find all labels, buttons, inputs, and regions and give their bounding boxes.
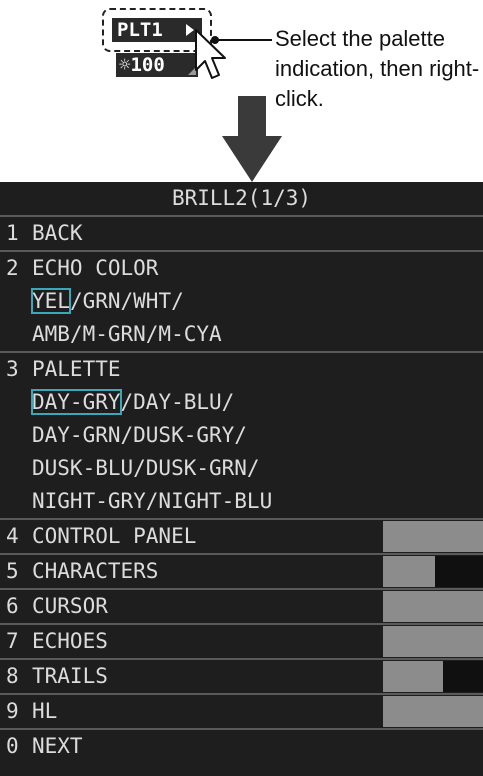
menu-item-number: 4: [6, 524, 19, 548]
menu-item-characters[interactable]: 5 CHARACTERS: [0, 555, 483, 588]
instruction-text: Select the palette indication, then righ…: [275, 26, 480, 111]
menu-item-label: BACK: [32, 221, 83, 245]
echo-color-options-line[interactable]: AMB/M-GRN/M-CYA: [32, 318, 222, 351]
menu-item-number: 1: [6, 221, 19, 245]
menu-item-label: CURSOR: [32, 594, 108, 618]
menu-item-control-panel[interactable]: 4 CONTROL PANEL: [0, 520, 483, 553]
menu-item-palette[interactable]: 3 PALETTE: [0, 353, 483, 386]
menu-item-label: HL: [32, 699, 58, 723]
brilliance-menu: BRILL2(1/3) 1 BACK 2 ECHO COLOR YEL/GRN/…: [0, 182, 483, 776]
menu-item-label: ECHO COLOR: [32, 256, 159, 280]
menu-item-label: PALETTE: [32, 357, 121, 381]
menu-item-number: 5: [6, 559, 19, 583]
menu-item-hl[interactable]: 9 HL: [0, 695, 483, 728]
menu-item-number: 2: [6, 256, 19, 280]
brilliance-level-bar[interactable]: [383, 661, 483, 692]
brilliance-level-remainder: [443, 661, 483, 692]
echo-color-selected-option[interactable]: YEL: [31, 288, 71, 314]
brilliance-level-bar[interactable]: [383, 626, 483, 657]
brilliance-level-bar[interactable]: [383, 591, 483, 622]
menu-item-cursor[interactable]: 6 CURSOR: [0, 590, 483, 623]
brilliance-level-bar[interactable]: [383, 556, 483, 587]
brilliance-level-remainder: [435, 556, 483, 587]
palette-selected-option[interactable]: DAY-GRY: [31, 389, 122, 415]
menu-title: BRILL2(1/3): [0, 182, 483, 215]
down-arrow-icon: [222, 96, 282, 182]
menu-item-label: CONTROL PANEL: [32, 524, 197, 548]
menu-item-label: NEXT: [32, 734, 83, 758]
menu-item-echoes[interactable]: 7 ECHOES: [0, 625, 483, 658]
palette-options-line[interactable]: NIGHT-GRY/NIGHT-BLU: [32, 485, 272, 518]
brilliance-level-bar[interactable]: [383, 521, 483, 552]
menu-item-next[interactable]: 0 NEXT: [0, 730, 483, 763]
palette-options: DUSK-BLU/DUSK-GRN/: [0, 452, 483, 485]
palette-options-rest[interactable]: /DAY-BLU/: [121, 390, 235, 414]
palette-options: NIGHT-GRY/NIGHT-BLU: [0, 485, 483, 518]
menu-item-label: CHARACTERS: [32, 559, 159, 583]
palette-options: DAY-GRY/DAY-BLU/: [0, 386, 483, 419]
echo-color-options: AMB/M-GRN/M-CYA: [0, 318, 483, 351]
menu-item-label: ECHOES: [32, 629, 108, 653]
echo-color-options: YEL/GRN/WHT/: [0, 285, 483, 318]
menu-item-number: 9: [6, 699, 19, 723]
palette-options-line[interactable]: DUSK-BLU/DUSK-GRN/: [32, 452, 260, 485]
menu-item-echo-color[interactable]: 2 ECHO COLOR: [0, 252, 483, 285]
echo-color-options-rest[interactable]: /GRN/WHT/: [70, 289, 184, 313]
palette-options: DAY-GRN/DUSK-GRY/: [0, 419, 483, 452]
menu-item-number: 0: [6, 734, 19, 758]
brilliance-level-bar[interactable]: [383, 696, 483, 727]
menu-item-number: 6: [6, 594, 19, 618]
mouse-cursor-icon: [195, 29, 226, 79]
menu-item-trails[interactable]: 8 TRAILS: [0, 660, 483, 693]
menu-item-label: TRAILS: [32, 664, 108, 688]
menu-item-back[interactable]: 1 BACK: [0, 217, 483, 250]
palette-options-line[interactable]: DAY-GRN/DUSK-GRY/: [32, 419, 247, 452]
menu-item-number: 8: [6, 664, 19, 688]
menu-item-number: 7: [6, 629, 19, 653]
menu-item-number: 3: [6, 357, 19, 381]
